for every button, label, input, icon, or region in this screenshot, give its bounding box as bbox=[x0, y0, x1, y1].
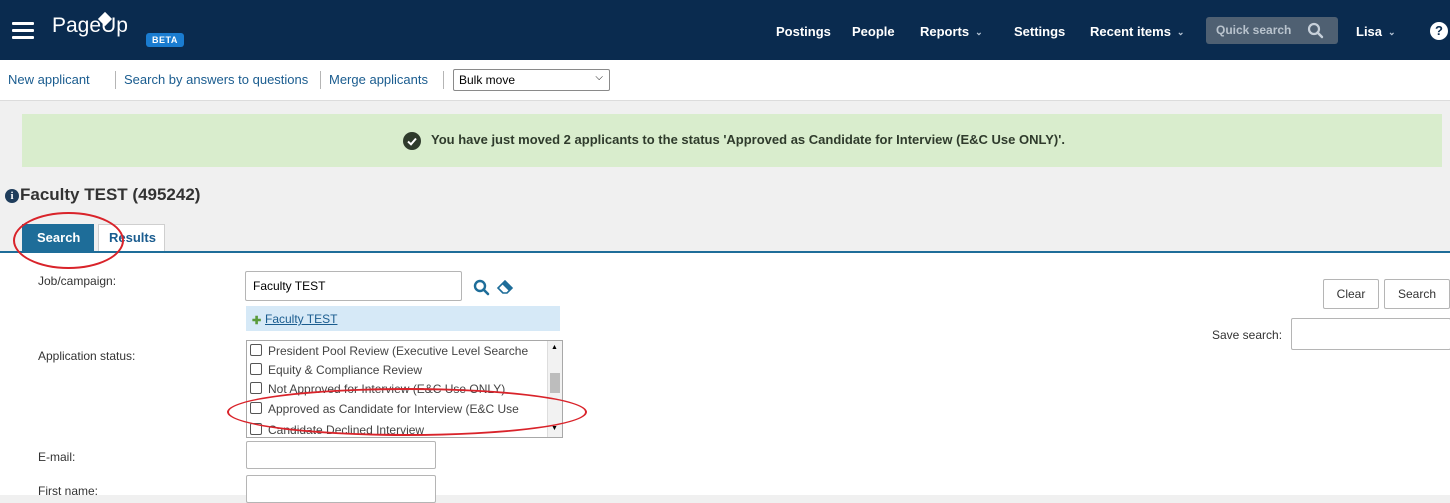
email-field[interactable] bbox=[246, 441, 436, 469]
checkbox[interactable] bbox=[250, 363, 262, 375]
action-bar: New applicant Search by answers to quest… bbox=[0, 60, 1450, 101]
info-icon[interactable]: i bbox=[5, 189, 19, 203]
status-option[interactable]: Equity & Compliance Review bbox=[250, 363, 422, 383]
annotation-circle-approved-status bbox=[227, 388, 587, 436]
success-message: You have just moved 2 applicants to the … bbox=[431, 132, 1065, 147]
search-button[interactable]: Search bbox=[1384, 279, 1450, 309]
eraser-icon[interactable] bbox=[496, 280, 516, 294]
nav-people[interactable]: People bbox=[852, 24, 895, 39]
nav-recent-items[interactable]: Recent items ⌄ bbox=[1090, 24, 1184, 39]
job-campaign-label: Job/campaign: bbox=[38, 274, 117, 288]
divider bbox=[115, 71, 116, 89]
new-applicant-link[interactable]: New applicant bbox=[8, 72, 90, 87]
search-icon[interactable] bbox=[1307, 22, 1324, 39]
brand-logo[interactable]: PageUp bbox=[52, 14, 128, 38]
success-banner: You have just moved 2 applicants to the … bbox=[22, 114, 1442, 167]
chevron-down-icon: ⌄ bbox=[1388, 27, 1396, 37]
help-icon[interactable]: ? bbox=[1430, 22, 1448, 40]
search-icon[interactable] bbox=[473, 279, 491, 297]
email-label: E-mail: bbox=[38, 450, 76, 464]
nav-settings[interactable]: Settings bbox=[1014, 24, 1065, 39]
nav-postings[interactable]: Postings bbox=[776, 24, 831, 39]
plus-icon: ✚ bbox=[252, 315, 262, 327]
annotation-circle-search-tab bbox=[13, 212, 124, 269]
clear-button[interactable]: Clear bbox=[1323, 279, 1379, 309]
beta-badge: BETA bbox=[146, 33, 184, 47]
page-title: Faculty TEST (495242) bbox=[20, 185, 201, 204]
divider bbox=[320, 71, 321, 89]
chevron-down-icon: ⌵ bbox=[595, 72, 603, 83]
top-nav: PageUp BETA Postings People Reports ⌄ Set… bbox=[0, 0, 1450, 60]
check-circle-icon bbox=[403, 132, 421, 150]
scroll-thumb[interactable] bbox=[550, 373, 560, 393]
checkbox[interactable] bbox=[250, 382, 262, 394]
divider bbox=[443, 71, 444, 89]
first-name-field[interactable] bbox=[246, 475, 436, 503]
quick-search-input[interactable]: Quick search bbox=[1206, 17, 1338, 44]
job-campaign-input[interactable]: Faculty TEST bbox=[245, 271, 462, 301]
save-search-label: Save search: bbox=[1212, 328, 1283, 342]
job-suggestion[interactable]: ✚ Faculty TEST bbox=[246, 306, 560, 331]
hamburger-menu-icon[interactable] bbox=[12, 22, 34, 39]
checkbox[interactable] bbox=[250, 344, 262, 356]
chevron-down-icon: ⌄ bbox=[1176, 27, 1185, 37]
search-by-answers-link[interactable]: Search by answers to questions bbox=[124, 72, 308, 87]
quick-search-placeholder: Quick search bbox=[1216, 23, 1292, 37]
first-name-label: First name: bbox=[38, 484, 99, 498]
chevron-down-icon: ⌄ bbox=[975, 27, 983, 37]
application-status-label: Application status: bbox=[38, 349, 136, 363]
scroll-up-icon[interactable]: ▲ bbox=[551, 344, 558, 351]
nav-reports[interactable]: Reports ⌄ bbox=[920, 24, 983, 39]
status-option[interactable]: President Pool Review (Executive Level S… bbox=[250, 344, 528, 364]
merge-applicants-link[interactable]: Merge applicants bbox=[329, 72, 428, 87]
save-search-input[interactable] bbox=[1291, 318, 1450, 350]
bulk-action-select[interactable]: Bulk move ⌵ bbox=[453, 69, 610, 91]
job-suggestion-link[interactable]: Faculty TEST bbox=[265, 312, 337, 326]
search-form bbox=[0, 253, 1450, 495]
user-menu[interactable]: Lisa ⌄ bbox=[1356, 24, 1396, 39]
